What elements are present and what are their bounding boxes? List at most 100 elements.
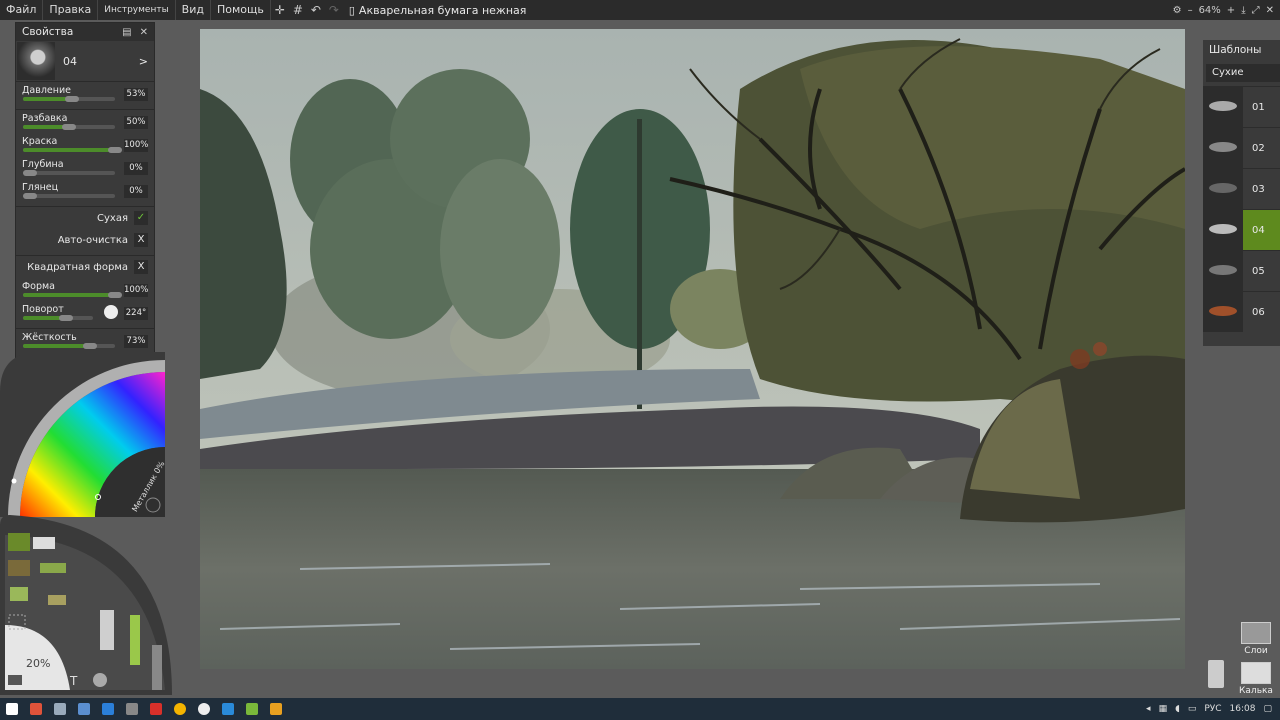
slider-knob[interactable] bbox=[23, 193, 37, 199]
slider-track[interactable] bbox=[23, 147, 122, 153]
hardness-slider[interactable]: Жёсткость 73% bbox=[16, 329, 154, 352]
app-icon-5[interactable] bbox=[120, 698, 144, 720]
slider-track[interactable] bbox=[23, 193, 115, 199]
templates-category-select[interactable]: Сухие bbox=[1206, 64, 1280, 82]
value-marker[interactable] bbox=[11, 478, 17, 484]
app-icon-6[interactable] bbox=[144, 698, 168, 720]
save-icon[interactable]: ▤ bbox=[122, 27, 131, 38]
slider-value[interactable]: 100% bbox=[124, 139, 148, 152]
app-icon-11[interactable] bbox=[264, 698, 288, 720]
template-item[interactable]: 04 bbox=[1203, 209, 1280, 250]
clock[interactable]: 16:08 bbox=[1230, 704, 1256, 714]
start-icon[interactable] bbox=[0, 698, 24, 720]
grid-icon[interactable]: # bbox=[289, 0, 307, 20]
zoom-out-button[interactable]: – bbox=[1188, 5, 1193, 16]
browser-icon[interactable] bbox=[168, 698, 192, 720]
close-icon[interactable]: ✕ bbox=[1266, 5, 1274, 16]
text-tool-icon[interactable]: T bbox=[69, 674, 78, 688]
layers-button[interactable]: Слои bbox=[1236, 622, 1276, 656]
slider-value[interactable]: 53% bbox=[124, 88, 148, 101]
crayon-tool-icon[interactable] bbox=[130, 615, 140, 665]
autoclean-checkbox[interactable]: X bbox=[134, 233, 148, 247]
network-icon[interactable]: ▦ bbox=[1159, 704, 1168, 714]
airbrush-tool-icon[interactable] bbox=[152, 645, 162, 690]
app-icon-4[interactable] bbox=[96, 698, 120, 720]
dry-checkbox[interactable]: ✓ bbox=[134, 211, 148, 225]
slider-1[interactable]: Разбавка 50% bbox=[16, 110, 154, 133]
slider-knob[interactable] bbox=[62, 124, 76, 130]
square-shape-checkbox[interactable]: X bbox=[134, 260, 148, 274]
slider-track[interactable] bbox=[23, 96, 115, 102]
notifications-icon[interactable]: ▢ bbox=[1263, 704, 1272, 714]
slider-knob[interactable] bbox=[23, 170, 37, 176]
menu-view[interactable]: Вид bbox=[176, 0, 211, 20]
slider-knob[interactable] bbox=[65, 96, 79, 102]
water-cup-icon[interactable] bbox=[1208, 660, 1224, 688]
slider-3[interactable]: Глубина 0% bbox=[16, 156, 154, 179]
app-icon-10[interactable] bbox=[240, 698, 264, 720]
template-item[interactable]: 03 bbox=[1203, 168, 1280, 209]
eyedropper-icon[interactable] bbox=[8, 675, 22, 685]
expand-icon[interactable]: ⤢ bbox=[1252, 5, 1260, 16]
app-icon-9[interactable] bbox=[216, 698, 240, 720]
slider-value[interactable]: 0% bbox=[124, 185, 148, 198]
template-item[interactable]: 06 bbox=[1203, 291, 1280, 332]
palette-knife-icon[interactable] bbox=[8, 560, 30, 576]
zoom-in-button[interactable]: + bbox=[1227, 5, 1235, 16]
pencil-tool-icon[interactable] bbox=[10, 587, 28, 601]
hardness-track[interactable] bbox=[23, 343, 115, 349]
menu-file[interactable]: Файл bbox=[0, 0, 44, 20]
close-icon[interactable]: ✕ bbox=[140, 27, 148, 38]
slider-2[interactable]: Краска 100% bbox=[16, 133, 154, 156]
template-item[interactable]: 01 bbox=[1203, 86, 1280, 127]
slider-track[interactable] bbox=[23, 124, 115, 130]
menu-help[interactable]: Помощь bbox=[211, 0, 271, 20]
pastel-tool-icon[interactable] bbox=[48, 595, 66, 605]
menu-tools[interactable]: Инструменты bbox=[98, 0, 176, 20]
slider-track[interactable] bbox=[23, 170, 115, 176]
move-icon[interactable]: ✛ bbox=[271, 0, 289, 20]
language-indicator[interactable]: РУС bbox=[1204, 704, 1221, 714]
rotation-value[interactable]: 224° bbox=[124, 307, 148, 320]
slider-value[interactable]: 50% bbox=[124, 116, 148, 129]
app-icon-2[interactable] bbox=[48, 698, 72, 720]
tube-tool-icon[interactable] bbox=[33, 537, 55, 549]
rotation-dial-icon[interactable] bbox=[104, 305, 118, 319]
undo-icon[interactable]: ↶ bbox=[307, 0, 325, 20]
rotation-track[interactable] bbox=[23, 315, 93, 321]
document-tab[interactable]: ▯ Акварельная бумага нежная bbox=[349, 4, 527, 17]
brush-selector[interactable]: 04 > bbox=[16, 41, 154, 82]
oil-brush-icon[interactable] bbox=[40, 563, 66, 573]
smudge-tool-icon[interactable] bbox=[93, 673, 107, 687]
redo-icon[interactable]: ↷ bbox=[325, 0, 343, 20]
volume-icon[interactable]: ◖ bbox=[1175, 704, 1180, 714]
shape-slider[interactable]: Форма 100% bbox=[16, 278, 154, 301]
template-item[interactable]: 05 bbox=[1203, 250, 1280, 291]
color-wheel[interactable]: Металлик 0% bbox=[0, 352, 167, 517]
slider-4[interactable]: Глянец 0% bbox=[16, 179, 154, 202]
slider-0[interactable]: Давление 53% bbox=[16, 82, 154, 105]
tray-arrow-icon[interactable]: ◂ bbox=[1146, 704, 1151, 714]
hardness-value[interactable]: 73% bbox=[124, 335, 148, 348]
marker-tool-icon[interactable] bbox=[100, 610, 114, 650]
shape-value[interactable]: 100% bbox=[124, 284, 148, 297]
slider-knob[interactable] bbox=[59, 315, 73, 321]
slider-knob[interactable] bbox=[83, 343, 97, 349]
slider-knob[interactable] bbox=[108, 292, 122, 298]
chevron-right-icon[interactable]: > bbox=[139, 55, 154, 68]
menu-edit[interactable]: Правка bbox=[43, 0, 99, 20]
tracing-button[interactable]: Калька bbox=[1236, 662, 1276, 696]
slider-value[interactable]: 0% bbox=[124, 162, 148, 175]
shape-track[interactable] bbox=[23, 292, 122, 298]
slider-knob[interactable] bbox=[108, 147, 122, 153]
keyboard-icon[interactable]: ▭ bbox=[1188, 704, 1197, 714]
app-icon-1[interactable] bbox=[24, 698, 48, 720]
rotation-slider[interactable]: Поворот 224° bbox=[16, 301, 154, 324]
template-item[interactable]: 02 bbox=[1203, 127, 1280, 168]
download-icon[interactable]: ⤓ bbox=[1241, 5, 1245, 16]
app-icon-3[interactable] bbox=[72, 698, 96, 720]
app-icon-8[interactable] bbox=[192, 698, 216, 720]
brush-tool-icon[interactable] bbox=[8, 533, 30, 551]
painting-canvas[interactable] bbox=[200, 29, 1185, 669]
color-picker[interactable]: Металлик 0% bbox=[0, 352, 167, 517]
